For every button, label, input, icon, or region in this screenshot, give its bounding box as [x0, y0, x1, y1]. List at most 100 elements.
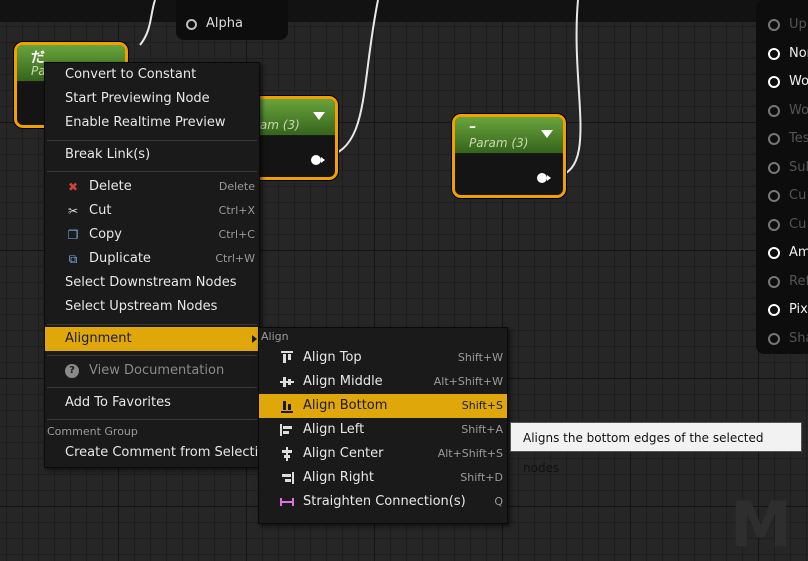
menu-label: Add To Favorites	[65, 395, 171, 410]
menu-label: Align Right	[303, 470, 374, 485]
tooltip: Aligns the bottom edges of the selected …	[510, 422, 802, 475]
pin-label: Sha	[789, 331, 808, 346]
align-middle-icon	[279, 375, 295, 389]
menu-item-align-top[interactable]: Align Top Shift+W	[259, 346, 507, 370]
pin-icon[interactable]	[768, 105, 780, 117]
pin-icon[interactable]	[768, 48, 780, 60]
menu-item-view-documentation[interactable]: ? View Documentation	[45, 359, 259, 383]
material-output-node[interactable]: Up Nor Wo Wo Tes Sul Cu Cu Am Ref Pix Sh…	[756, 0, 808, 354]
pin-label: Cu	[789, 217, 807, 232]
alpha-label: Alpha	[206, 16, 243, 31]
pin-icon[interactable]	[768, 247, 780, 259]
node-subtitle: Param (3)	[469, 136, 529, 150]
menu-shortcut: Q	[494, 495, 503, 508]
output-pin-icon[interactable]	[311, 155, 325, 165]
context-menu: Convert to Constant Start Previewing Nod…	[44, 62, 274, 468]
menu-separator	[47, 387, 257, 388]
pin-label: Ref	[789, 274, 808, 289]
pin-label: Nor	[789, 46, 808, 61]
menu-item-align-bottom[interactable]: Align Bottom Shift+S	[259, 394, 507, 418]
pin-icon[interactable]	[768, 219, 780, 231]
collapse-arrow-icon[interactable]	[541, 130, 553, 138]
menu-shortcut: Delete	[218, 180, 255, 193]
output-pin-icon[interactable]	[537, 173, 551, 183]
menu-label: Alignment	[65, 331, 132, 346]
menu-shortcut: Shift+D	[460, 471, 503, 484]
alignment-submenu: Align Align Top Shift+W Align Middle Alt…	[258, 327, 508, 524]
delete-icon: ✖	[67, 180, 79, 194]
pin-icon[interactable]	[768, 19, 780, 31]
pin-icon[interactable]	[768, 190, 780, 202]
pin-label: Cu	[789, 188, 807, 203]
menu-label: Select Upstream Nodes	[65, 299, 218, 314]
pin-label: Tes	[789, 131, 808, 146]
menu-label: Select Downstream Nodes	[65, 275, 237, 290]
menu-item-alignment[interactable]: Alignment	[45, 327, 259, 351]
menu-item-break-links[interactable]: Break Link(s)	[45, 143, 259, 167]
menu-shortcut: Shift+S	[461, 399, 503, 412]
scissors-icon: ✂	[67, 204, 79, 218]
collapse-arrow-icon[interactable]	[313, 112, 325, 120]
menu-shortcut: Ctrl+X	[218, 204, 255, 217]
pin-icon[interactable]	[768, 333, 780, 345]
menu-shortcut: Shift+A	[461, 423, 503, 436]
copy-icon: ❐	[67, 228, 79, 242]
align-left-icon	[279, 423, 295, 437]
menu-item-create-comment[interactable]: Create Comment from Selection	[45, 441, 274, 465]
menu-item-align-center[interactable]: Align Center Alt+Shift+S	[259, 442, 507, 466]
pin-icon[interactable]	[768, 276, 780, 288]
align-top-icon	[279, 351, 295, 365]
pin-icon[interactable]	[768, 162, 780, 174]
menu-label: Align Middle	[303, 374, 383, 389]
menu-shortcut: Alt+Shift+S	[437, 447, 503, 460]
menu-item-delete[interactable]: ✖ Delete Delete	[45, 175, 259, 199]
menu-label: Enable Realtime Preview	[65, 115, 226, 130]
menu-separator	[47, 355, 257, 356]
param-node-2[interactable]: ram (3)	[248, 96, 338, 180]
menu-item-realtime-preview[interactable]: Enable Realtime Preview	[45, 111, 259, 135]
menu-item-duplicate[interactable]: ⧉ Duplicate Ctrl+W	[45, 247, 259, 271]
menu-item-start-previewing[interactable]: Start Previewing Node	[45, 87, 259, 111]
submenu-section-align: Align	[261, 330, 289, 343]
pin-label: Pix	[789, 302, 808, 317]
menu-item-convert-to-constant[interactable]: Convert to Constant	[45, 63, 259, 87]
menu-item-select-upstream[interactable]: Select Upstream Nodes	[45, 295, 259, 319]
menu-item-cut[interactable]: ✂ Cut Ctrl+X	[45, 199, 259, 223]
alpha-pin-icon[interactable]	[186, 19, 197, 30]
menu-label: View Documentation	[89, 363, 225, 378]
menu-item-straighten-connections[interactable]: Straighten Connection(s) Q	[259, 490, 507, 514]
pin-label: Sul	[789, 160, 808, 175]
duplicate-icon: ⧉	[68, 252, 78, 266]
menu-item-align-middle[interactable]: Align Middle Alt+Shift+W	[259, 370, 507, 394]
alpha-input-node[interactable]: Alpha	[176, 0, 288, 40]
menu-label: Cut	[89, 203, 112, 218]
menu-shortcut: Shift+W	[457, 351, 503, 364]
menu-separator	[47, 324, 257, 325]
menu-separator	[47, 140, 257, 141]
align-right-icon	[279, 471, 295, 485]
align-center-icon	[279, 447, 295, 461]
pin-icon[interactable]	[768, 76, 780, 88]
menu-item-select-downstream[interactable]: Select Downstream Nodes	[45, 271, 259, 295]
watermark-logo: M	[730, 488, 792, 561]
menu-shortcut: Ctrl+W	[215, 252, 255, 265]
pin-icon[interactable]	[768, 133, 780, 145]
help-icon: ?	[65, 364, 79, 378]
menu-label: Straighten Connection(s)	[303, 494, 466, 509]
menu-item-align-right[interactable]: Align Right Shift+D	[259, 466, 507, 490]
menu-shortcut: Ctrl+C	[218, 228, 255, 241]
pin-icon[interactable]	[768, 304, 780, 316]
menu-label: Duplicate	[89, 251, 151, 266]
submenu-arrow-icon	[252, 335, 257, 343]
menu-item-align-left[interactable]: Align Left Shift+A	[259, 418, 507, 442]
param-node-3[interactable]: – Param (3)	[452, 114, 566, 198]
wire-1	[139, 0, 156, 46]
menu-label: Align Top	[303, 350, 362, 365]
menu-section-comment-group: Comment Group	[47, 425, 138, 438]
menu-label: Break Link(s)	[65, 147, 151, 162]
menu-item-copy[interactable]: ❐ Copy Ctrl+C	[45, 223, 259, 247]
menu-label: Convert to Constant	[65, 67, 197, 82]
menu-item-add-favorites[interactable]: Add To Favorites	[45, 391, 259, 415]
menu-label: Align Left	[303, 422, 365, 437]
menu-separator	[47, 419, 257, 420]
